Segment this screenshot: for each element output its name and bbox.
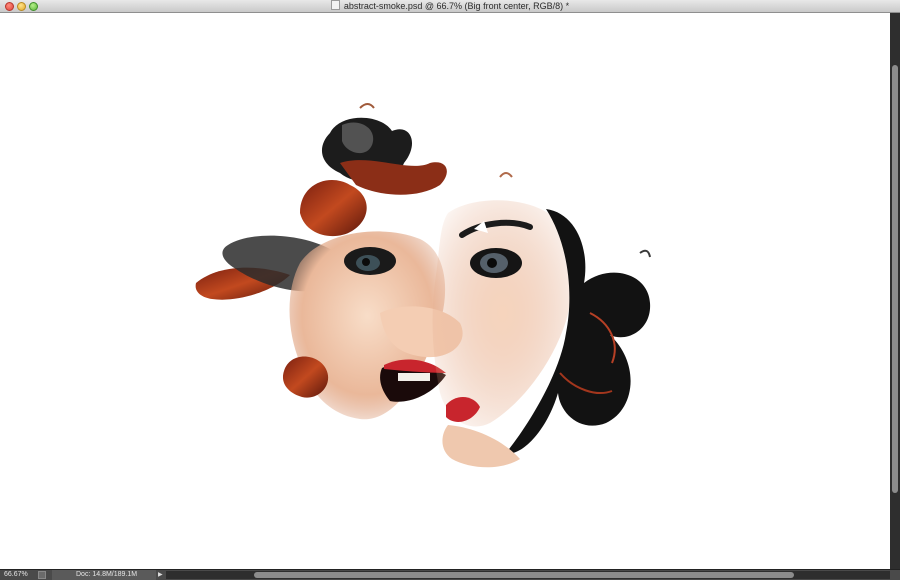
zoom-level-field[interactable]: 66.67% xyxy=(4,570,32,580)
red-hair-curl-top xyxy=(300,180,367,237)
document-proxy-icon[interactable] xyxy=(330,0,340,10)
window-title: abstract-smoke.psd @ 66.7% (Big front ce… xyxy=(343,1,570,11)
status-info-icon[interactable] xyxy=(38,571,46,579)
vertical-scroll-thumb[interactable] xyxy=(892,65,898,493)
window-title-container: abstract-smoke.psd @ 66.7% (Big front ce… xyxy=(0,0,900,13)
vertical-scrollbar[interactable] xyxy=(890,13,900,569)
horizontal-scroll-thumb[interactable] xyxy=(254,572,794,578)
status-menu-arrow-icon[interactable]: ▶ xyxy=(158,570,163,580)
status-bar: 66.67% Doc: 14.8M/189.1M ▶ xyxy=(0,569,900,580)
document-canvas[interactable] xyxy=(0,13,890,569)
document-size-info: Doc: 14.8M/189.1M xyxy=(52,570,156,580)
title-bar: abstract-smoke.psd @ 66.7% (Big front ce… xyxy=(0,0,900,13)
abstract-smoke-artwork xyxy=(195,103,651,468)
horizontal-scrollbar[interactable] xyxy=(166,571,890,579)
neck xyxy=(442,425,520,468)
